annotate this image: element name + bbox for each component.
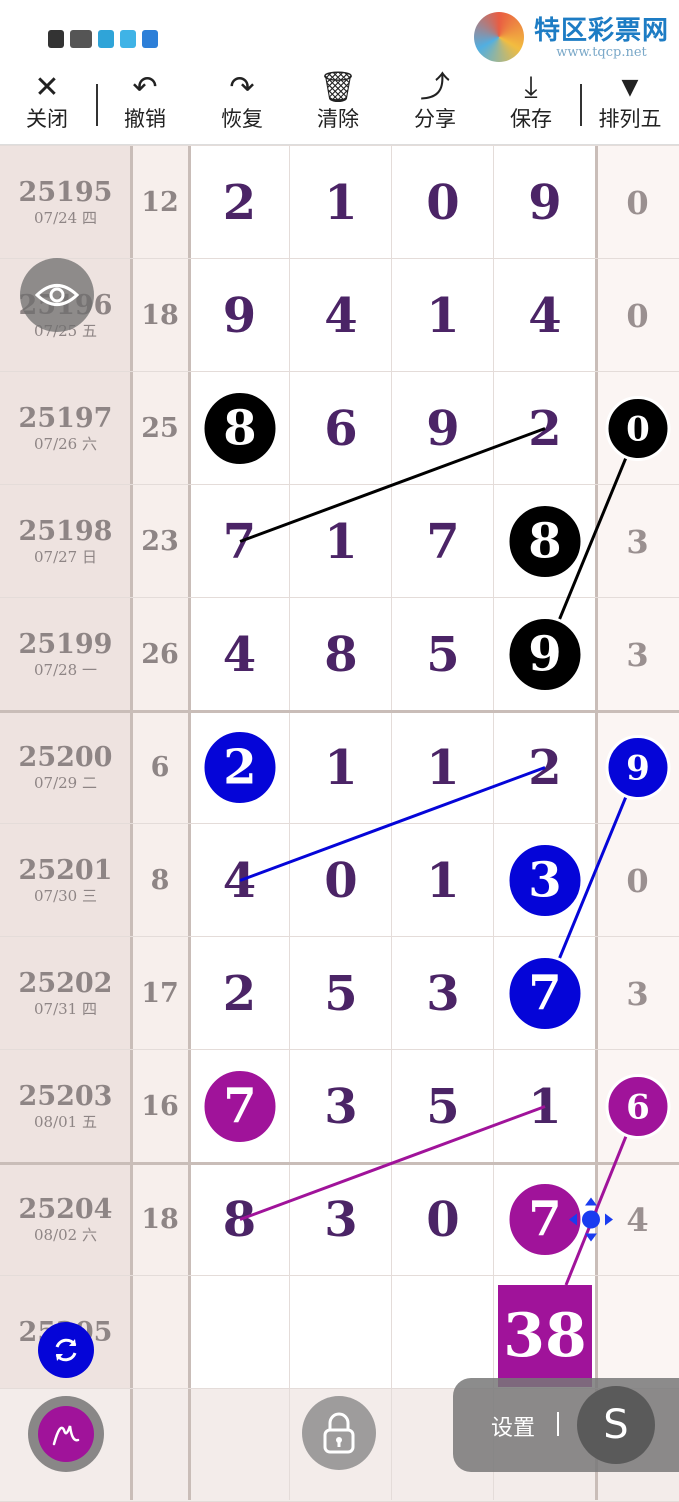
marked-number[interactable]: 9: [605, 735, 671, 800]
refresh-icon: [55, 1338, 77, 1362]
mark-digit: 8: [223, 401, 256, 457]
marked-number[interactable]: 3: [506, 842, 584, 919]
marked-number[interactable]: 7: [201, 1068, 279, 1145]
eye-icon: [35, 284, 79, 306]
drawing-overlay: 8 8 9 0 3 2 7 9 7 7 6: [201, 390, 671, 1286]
marked-number[interactable]: 7: [506, 955, 584, 1032]
connector-line: [239, 1105, 546, 1221]
pen-icon: [52, 1425, 80, 1446]
settings-panel: 设置 S: [453, 1378, 679, 1472]
mark-digit: 7: [528, 966, 561, 1022]
lock-button[interactable]: [302, 1396, 376, 1470]
marked-number[interactable]: 8: [506, 503, 584, 580]
mark-digit: 7: [528, 1192, 561, 1248]
pen-color-indicator: [38, 1406, 94, 1462]
mark-digit: 6: [626, 1088, 650, 1128]
mark-digit: 2: [223, 740, 256, 796]
mark-digit: 0: [626, 410, 650, 450]
mark-digit: 9: [528, 627, 561, 683]
settings-divider: [557, 1412, 559, 1436]
mark-digit: 3: [528, 853, 561, 909]
connector-line: [239, 766, 546, 882]
s-button[interactable]: S: [577, 1386, 655, 1464]
connector-line: [239, 427, 546, 543]
mark-digit: 8: [528, 514, 561, 570]
refresh-button[interactable]: [38, 1322, 94, 1378]
sum-total-box: 38: [498, 1285, 592, 1387]
marked-number[interactable]: 8: [201, 390, 279, 467]
marked-number[interactable]: 6: [605, 1074, 671, 1139]
lock-icon: [323, 1412, 355, 1454]
toggle-visibility-button[interactable]: [20, 258, 94, 332]
marked-number[interactable]: 2: [201, 729, 279, 806]
mark-digit: 9: [626, 749, 650, 789]
pen-tool-button[interactable]: [28, 1396, 104, 1472]
settings-button[interactable]: 设置: [491, 1410, 535, 1442]
mark-digit: 7: [223, 1079, 256, 1135]
marked-number[interactable]: 9: [506, 616, 584, 693]
marked-number[interactable]: 0: [605, 396, 671, 461]
